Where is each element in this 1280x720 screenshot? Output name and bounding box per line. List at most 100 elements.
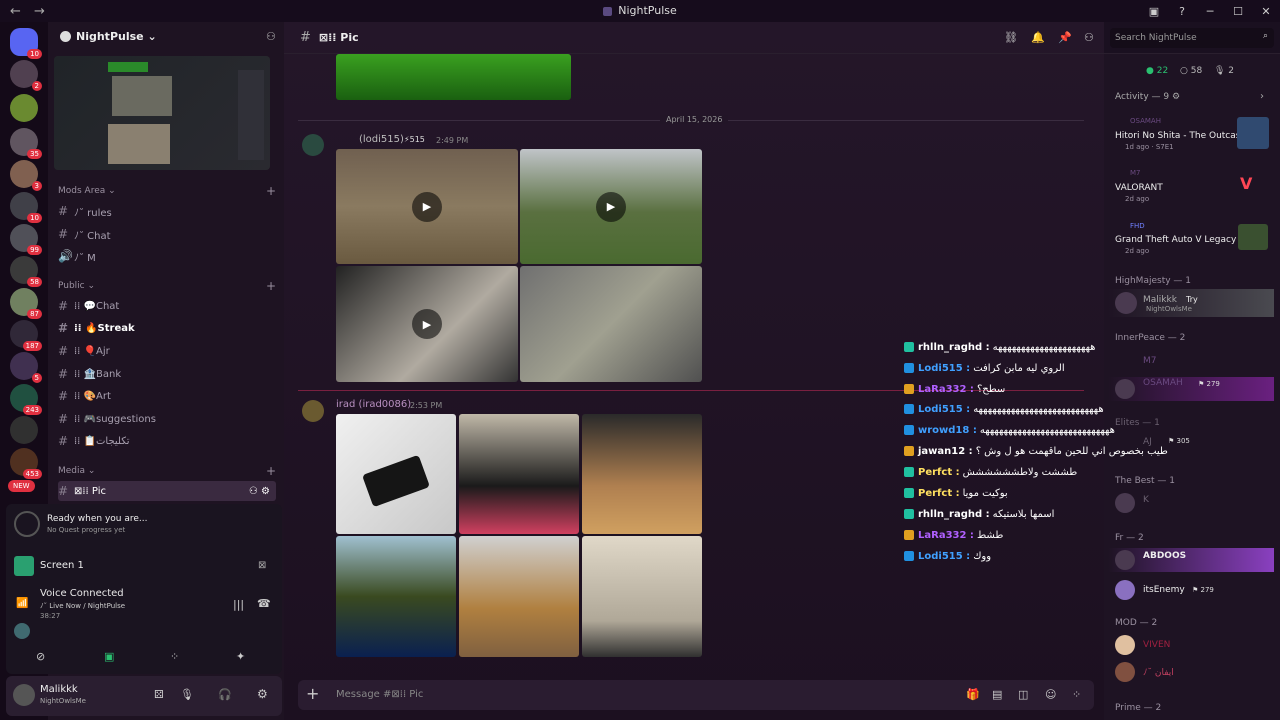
add-channel-icon[interactable]: + [266,279,276,293]
video-attachment[interactable]: ▶ [336,149,518,264]
avatar[interactable] [13,684,35,706]
server-icon[interactable]: 2 [10,60,42,91]
server-icon[interactable]: 58 [10,256,42,287]
server-icon[interactable]: 243 [10,384,42,415]
close-button[interactable]: ✕ [1252,5,1280,18]
search-input[interactable]: Search NightPulse ⌕ [1110,28,1274,48]
avatar[interactable] [1115,580,1135,600]
member-name[interactable]: VIVEN [1143,640,1170,650]
gif-icon[interactable]: ▤ [992,688,1002,701]
close-preview-icon[interactable]: ⊠ [258,560,266,571]
inbox-icon[interactable]: ▣ [1140,5,1168,18]
image-attachment[interactable] [582,414,702,534]
activity-header[interactable]: Activity — 9 ⚙ [1115,92,1180,102]
member-name[interactable]: K [1143,495,1149,505]
server-icon[interactable] [10,94,38,122]
channel-public-chat[interactable]: # ⁞⁞ 💬Chat [58,296,276,316]
share-screen-icon[interactable]: ▣ [104,650,114,663]
member-name[interactable]: itsEnemy [1143,585,1185,595]
member-name[interactable]: ABDOOS [1143,551,1186,561]
minimize-button[interactable]: ─ [1196,5,1224,18]
category-public[interactable]: Public ⌄ [58,281,95,291]
avatar[interactable] [1115,635,1135,655]
server-icon[interactable]: 3 [10,160,42,191]
message-author[interactable]: irad (irad0086) [336,399,411,410]
server-icon[interactable]: 5 [10,352,42,383]
chevron-right-icon[interactable]: › [1260,91,1264,102]
activities-icon[interactable]: ⁘ [170,650,179,663]
channel-ajr[interactable]: # ⁞⁞ 🎈Ajr [58,341,276,361]
channel-chat[interactable]: # ﾉ˘ Chat [58,224,276,244]
server-name[interactable]: NightPulse ⌄ [76,30,157,43]
server-icon[interactable]: 453 [10,448,42,479]
server-icon[interactable]: 10 [10,192,42,223]
add-channel-icon[interactable]: + [266,184,276,198]
image-attachment[interactable] [459,536,579,657]
category-media[interactable]: Media ⌄ [58,466,95,476]
channel-voice-m[interactable]: 🔊 ﾉ˘ M [58,246,276,266]
microphone-icon[interactable]: 🎙 [180,688,194,701]
avatar[interactable] [302,400,324,422]
image-attachment[interactable] [459,414,579,534]
avatar[interactable] [1115,662,1135,682]
home-icon[interactable]: 10 [10,28,42,59]
channel-streak[interactable]: # ⁞⁞ 🔥Streak [58,318,276,338]
image-attachment[interactable] [336,536,456,657]
activity-title[interactable]: Hitori No Shita - The Outcast [1115,131,1244,141]
avatar[interactable] [1115,292,1137,314]
attach-plus-icon[interactable]: + [306,684,319,703]
server-icon[interactable] [10,416,38,444]
activity-title[interactable]: Grand Theft Auto V Legacy [1115,235,1236,245]
voice-status[interactable]: Voice Connected [40,588,124,599]
add-channel-icon[interactable]: + [266,464,276,478]
channel-pic[interactable]: # ⊠⁞⁞ Pic ⚇ ⚙ [58,481,276,501]
pin-icon[interactable]: 📌 [1058,31,1072,44]
server-icon[interactable]: 87 [10,288,42,319]
avatar[interactable] [302,134,324,156]
member-list-icon[interactable]: ⚇ [1084,31,1094,44]
help-icon[interactable]: ? [1168,5,1196,18]
play-icon[interactable]: ▶ [412,191,442,222]
activity-title[interactable]: VALORANT [1115,183,1163,193]
server-icon[interactable]: 35 [10,128,42,159]
video-attachment[interactable]: ▶ [520,149,702,264]
message-author[interactable]: (lodi515) [359,134,404,145]
avatar[interactable] [1115,379,1135,399]
avatar[interactable] [1115,550,1135,570]
member-name[interactable]: Malikkk [1143,295,1177,305]
gamepad-icon[interactable]: ⚄ [154,688,164,701]
apps-icon[interactable]: ⁘ [1072,688,1081,701]
new-badge[interactable]: NEW [8,480,35,492]
bell-icon[interactable]: 🔔 [1031,31,1045,44]
member-name[interactable]: M7 [1143,356,1157,366]
server-icon[interactable]: 187 [10,320,42,351]
voice-user-avatar[interactable] [14,623,30,639]
emoji-icon[interactable]: ☺ [1045,688,1056,701]
image-attachment[interactable] [582,536,702,657]
member-name[interactable]: ﾉ˘ ايفان [1143,665,1174,678]
headphones-icon[interactable]: 🎧 [218,688,232,701]
maximize-button[interactable]: ☐ [1224,5,1252,18]
stream-preview[interactable] [54,56,270,170]
play-icon[interactable]: ▶ [412,309,442,339]
image-attachment[interactable] [336,414,456,534]
settings-gear-icon[interactable]: ⚙ [257,687,268,701]
server-icon[interactable]: 99 [10,224,42,255]
channel-misc[interactable]: # ⁞⁞ 📋تكليجات [58,431,276,451]
add-member-icon[interactable]: ⚇ [266,30,276,43]
soundboard-icon[interactable]: ||| [233,598,244,611]
avatar[interactable] [1115,493,1135,513]
sticker-icon[interactable]: ◫ [1018,688,1028,701]
channel-rules[interactable]: # ﾉ˘ rules [58,201,276,221]
camera-off-icon[interactable]: ⊘ [36,650,45,663]
channel-bank[interactable]: # ⁞⁞ 🏦Bank [58,364,276,384]
threads-icon[interactable]: ⛓ [1004,31,1018,44]
message-input[interactable]: Message #⊠⁞⁞ Pic [336,689,423,700]
disconnect-icon[interactable]: ☎ [257,597,271,610]
member-name[interactable]: OSAMAH [1143,378,1183,388]
video-attachment[interactable]: ▶ [336,266,518,382]
gift-icon[interactable]: 🎁 [966,688,980,701]
play-icon[interactable]: ▶ [596,191,626,222]
image-attachment[interactable] [520,266,702,382]
channel-suggestions[interactable]: # ⁞⁞ 🎮suggestions [58,409,276,429]
